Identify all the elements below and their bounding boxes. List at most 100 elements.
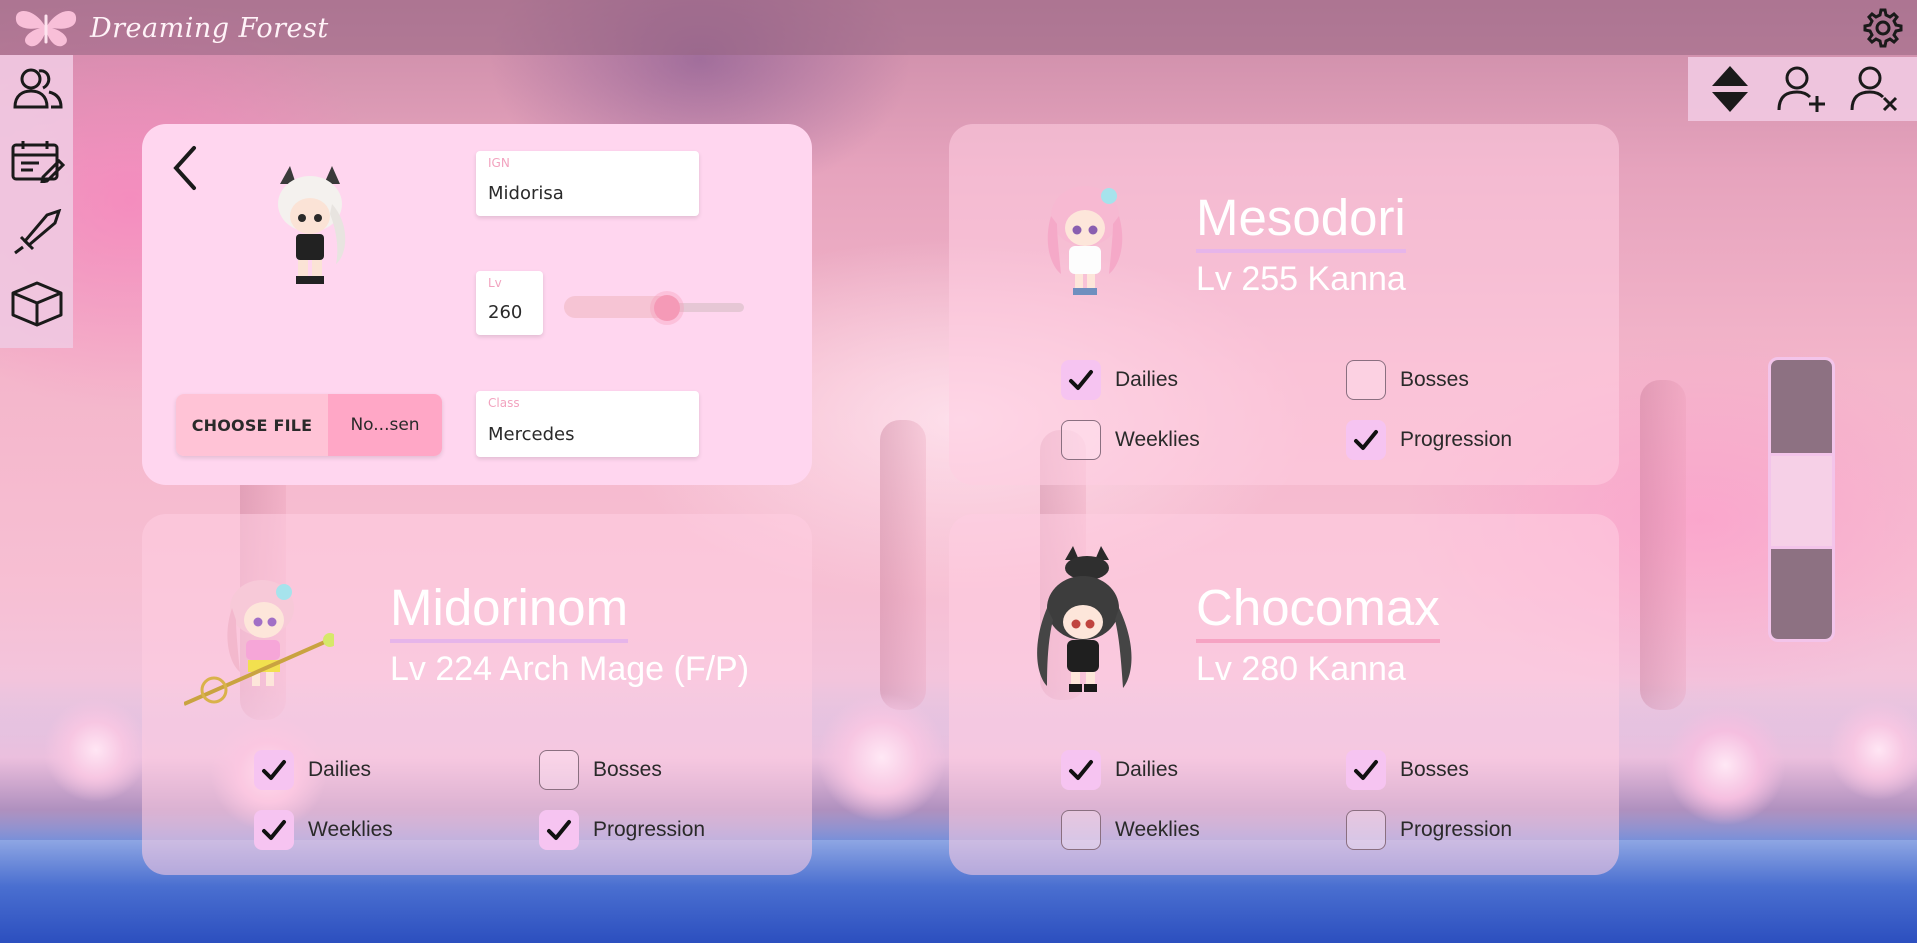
character-avatar <box>1035 174 1135 304</box>
add-character-button[interactable] <box>1775 62 1829 116</box>
level-slider[interactable] <box>564 294 744 321</box>
sort-icon <box>1712 66 1749 112</box>
settings-icon <box>1863 8 1903 48</box>
task-checkbox[interactable]: Bosses <box>1346 750 1469 790</box>
level-slider-thumb[interactable] <box>654 295 680 321</box>
check-icon <box>262 820 286 840</box>
choose-file-button[interactable]: CHOOSE FILE <box>176 394 328 456</box>
task-checkbox[interactable]: Dailies <box>1061 360 1178 400</box>
checkbox[interactable] <box>1061 360 1101 400</box>
task-checkbox[interactable]: Weeklies <box>254 810 393 850</box>
character-name: Mesodori <box>1196 192 1406 253</box>
checkbox[interactable] <box>1346 810 1386 850</box>
class-label: Class <box>488 396 520 410</box>
sword-icon <box>13 209 61 255</box>
task-label: Weeklies <box>1115 818 1200 841</box>
brand: Dreaming Forest <box>10 6 329 50</box>
scroller-segment[interactable] <box>1771 546 1832 639</box>
task-label: Progression <box>1400 428 1513 451</box>
ign-value: Midorisa <box>488 183 564 204</box>
class-field[interactable]: Class Mercedes <box>476 391 699 457</box>
check-icon <box>1354 760 1378 780</box>
check-icon <box>1354 430 1378 450</box>
task-label: Bosses <box>1400 368 1469 391</box>
remove-character-button[interactable] <box>1848 62 1902 116</box>
file-picker[interactable]: CHOOSE FILE No...sen <box>176 394 442 456</box>
check-icon <box>262 760 286 780</box>
task-checkbox[interactable]: Progression <box>1346 810 1512 850</box>
character-card[interactable]: Chocomax Lv 280 Kanna Dailies Bosses Wee… <box>949 514 1619 875</box>
character-toolbar <box>1688 57 1917 121</box>
remove-user-icon <box>1850 66 1897 112</box>
task-checkbox[interactable]: Dailies <box>254 750 371 790</box>
character-level-class: Lv 255 Kanna <box>1196 260 1406 298</box>
nav-inventory[interactable] <box>9 281 65 327</box>
sort-button[interactable] <box>1703 62 1757 116</box>
task-checkbox[interactable]: Bosses <box>539 750 662 790</box>
character-avatar <box>260 164 360 294</box>
level-value: 260 <box>488 302 523 323</box>
task-label: Progression <box>593 818 706 841</box>
task-checkbox[interactable]: Bosses <box>1346 360 1469 400</box>
task-label: Weeklies <box>308 818 393 841</box>
character-avatar <box>1021 546 1151 706</box>
checkbox[interactable] <box>539 810 579 850</box>
file-name: No...sen <box>328 394 442 456</box>
settings-button[interactable] <box>1859 6 1903 50</box>
scroller-segment[interactable] <box>1771 453 1832 546</box>
task-label: Bosses <box>593 758 662 781</box>
task-label: Dailies <box>308 758 372 781</box>
butterfly-icon <box>15 10 77 47</box>
back-button[interactable] <box>166 142 206 194</box>
chevron-left-icon <box>173 146 196 190</box>
checkbox[interactable] <box>539 750 579 790</box>
task-label: Dailies <box>1115 368 1179 391</box>
nav-equipment[interactable] <box>9 209 65 255</box>
class-value: Mercedes <box>488 424 575 445</box>
character-name: Chocomax <box>1196 582 1440 643</box>
character-level-class: Lv 224 Arch Mage (F/P) <box>390 650 750 688</box>
checkbox[interactable] <box>254 810 294 850</box>
task-checkbox[interactable]: Dailies <box>1061 750 1178 790</box>
level-field[interactable]: Lv 260 <box>476 271 543 335</box>
characters-icon <box>12 68 63 109</box>
character-level-class: Lv 280 Kanna <box>1196 650 1406 688</box>
background-tree <box>1640 380 1686 710</box>
level-label: Lv <box>488 276 502 290</box>
nav-tasks[interactable] <box>9 137 65 183</box>
task-checkbox[interactable]: Progression <box>1346 420 1512 460</box>
task-label: Dailies <box>1115 758 1179 781</box>
checkbox[interactable] <box>1061 750 1101 790</box>
checkbox[interactable] <box>1061 810 1101 850</box>
character-card[interactable]: Midorinom Lv 224 Arch Mage (F/P) Dailies… <box>142 514 812 875</box>
app-title: Dreaming Forest <box>90 12 329 44</box>
character-editor-card: IGN Midorisa Lv 260 CHOOSE FILE No...sen… <box>142 124 812 485</box>
task-label: Progression <box>1400 818 1513 841</box>
checkbox[interactable] <box>1346 750 1386 790</box>
task-checkbox[interactable]: Progression <box>539 810 705 850</box>
box-icon <box>11 281 62 327</box>
ign-field[interactable]: IGN Midorisa <box>476 151 699 216</box>
tasks-icon <box>11 141 65 183</box>
checkbox[interactable] <box>1346 420 1386 460</box>
checkbox[interactable] <box>1061 420 1101 460</box>
check-icon <box>1069 760 1093 780</box>
ign-label: IGN <box>488 156 510 170</box>
check-icon <box>547 820 571 840</box>
scroller-segment[interactable] <box>1771 360 1832 453</box>
side-nav <box>0 55 73 348</box>
checkbox[interactable] <box>254 750 294 790</box>
background-tree <box>880 420 926 710</box>
check-icon <box>1069 370 1093 390</box>
nav-characters[interactable] <box>9 65 65 111</box>
task-checkbox[interactable]: Weeklies <box>1061 810 1200 850</box>
page-scroller[interactable] <box>1768 357 1835 642</box>
checkbox[interactable] <box>1346 360 1386 400</box>
task-label: Bosses <box>1400 758 1469 781</box>
character-name: Midorinom <box>390 582 629 643</box>
task-label: Weeklies <box>1115 428 1200 451</box>
character-avatar <box>183 568 337 708</box>
add-user-icon <box>1777 66 1826 112</box>
task-checkbox[interactable]: Weeklies <box>1061 420 1200 460</box>
character-card[interactable]: Mesodori Lv 255 Kanna Dailies Bosses Wee… <box>949 124 1619 485</box>
